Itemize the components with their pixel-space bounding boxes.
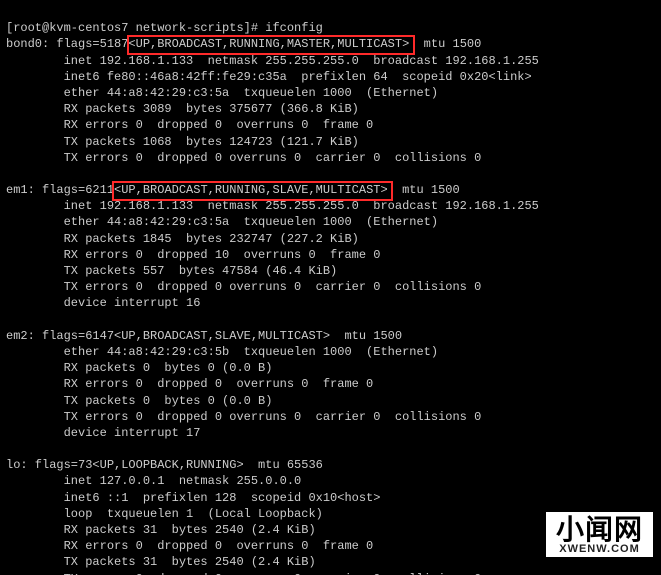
em1-line: TX errors 0 dropped 0 overruns 0 carrier… [6,280,481,294]
em1-line: inet 192.168.1.133 netmask 255.255.255.0… [6,199,539,213]
em2-line: RX packets 0 bytes 0 (0.0 B) [6,361,272,375]
bond0-header-pre: bond0: flags=5187 [6,37,128,51]
em2-line: RX errors 0 dropped 0 overruns 0 frame 0 [6,377,373,391]
terminal-output: [root@kvm-centos7 network-scripts]# ifco… [0,0,661,575]
watermark-title: 小闻网 [556,516,643,544]
em2-line: TX packets 0 bytes 0 (0.0 B) [6,394,272,408]
bond0-line: TX errors 0 dropped 0 overruns 0 carrier… [6,151,481,165]
lo-line: RX packets 31 bytes 2540 (2.4 KiB) [6,523,316,537]
bond0-line: RX errors 0 dropped 0 overruns 0 frame 0 [6,118,373,132]
lo-header: lo: flags=73<UP,LOOPBACK,RUNNING> mtu 65… [6,458,323,472]
bond0-line: ether 44:a8:42:29:c3:5a txqueuelen 1000 … [6,86,438,100]
em1-flags: <UP,BROADCAST,RUNNING,SLAVE,MULTICAST> [114,183,388,197]
command-text: ifconfig [265,21,323,35]
bond0-header-post: mtu 1500 [409,37,481,51]
em1-line: ether 44:a8:42:29:c3:5a txqueuelen 1000 … [6,215,438,229]
lo-line: inet 127.0.0.1 netmask 255.0.0.0 [6,474,301,488]
em1-line: TX packets 557 bytes 47584 (46.4 KiB) [6,264,337,278]
lo-line: inet6 ::1 prefixlen 128 scopeid 0x10<hos… [6,491,380,505]
em1-header-post: mtu 1500 [388,183,460,197]
em2-header: em2: flags=6147<UP,BROADCAST,SLAVE,MULTI… [6,329,402,343]
em2-line: device interrupt 17 [6,426,200,440]
bond0-line: inet 192.168.1.133 netmask 255.255.255.0… [6,54,539,68]
bond0-line: inet6 fe80::46a8:42ff:fe29:c35a prefixle… [6,70,532,84]
watermark-subtitle: XWENW.COM [556,544,643,555]
lo-line: RX errors 0 dropped 0 overruns 0 frame 0 [6,539,373,553]
watermark: 小闻网 XWENW.COM [546,512,653,557]
bond0-flags: <UP,BROADCAST,RUNNING,MASTER,MULTICAST> [128,37,409,51]
em1-line: device interrupt 16 [6,296,200,310]
em1-header-pre: em1: flags=6211 [6,183,114,197]
em2-line: TX errors 0 dropped 0 overruns 0 carrier… [6,410,481,424]
lo-line: loop txqueuelen 1 (Local Loopback) [6,507,323,521]
bond0-line: TX packets 1068 bytes 124723 (121.7 KiB) [6,135,359,149]
lo-line: TX errors 0 dropped 0 overruns 0 carrier… [6,572,481,575]
bond0-line: RX packets 3089 bytes 375677 (366.8 KiB) [6,102,359,116]
lo-line: TX packets 31 bytes 2540 (2.4 KiB) [6,555,316,569]
em1-line: RX packets 1845 bytes 232747 (227.2 KiB) [6,232,359,246]
em2-line: ether 44:a8:42:29:c3:5b txqueuelen 1000 … [6,345,438,359]
shell-prompt: [root@kvm-centos7 network-scripts]# [6,21,265,35]
em1-line: RX errors 0 dropped 10 overruns 0 frame … [6,248,380,262]
